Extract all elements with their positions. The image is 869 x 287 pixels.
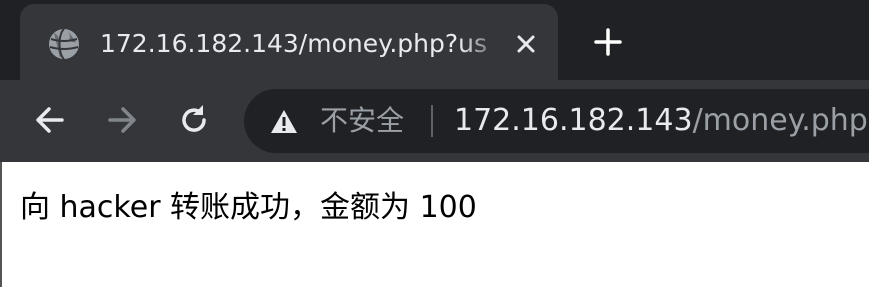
url-host: 172.16.182.143: [454, 103, 693, 138]
window-left-edge: [0, 162, 2, 287]
toolbar: 不安全 172.16.182.143/money.php?: [0, 80, 869, 162]
transfer-result-message: 向 hacker 转账成功，金额为 100: [20, 190, 477, 225]
back-arrow-icon[interactable]: [30, 100, 70, 140]
url-path: /money.php?: [692, 103, 869, 138]
url-text[interactable]: 172.16.182.143/money.php?: [454, 101, 869, 141]
forward-arrow-icon[interactable]: [102, 100, 142, 140]
tab-active[interactable]: 172.16.182.143/money.php?us: [20, 4, 558, 80]
security-status-label[interactable]: 不安全: [320, 101, 404, 141]
browser-window: 172.16.182.143/money.php?us 不安全 172.16.1…: [0, 0, 869, 287]
warning-triangle-icon[interactable]: [270, 108, 298, 136]
reload-icon[interactable]: [174, 100, 214, 140]
omnibox-divider: [431, 105, 433, 137]
plus-icon[interactable]: [590, 24, 626, 60]
tab-title: 172.16.182.143/money.php?us: [100, 29, 487, 58]
tab-strip: 172.16.182.143/money.php?us: [0, 0, 869, 80]
address-bar[interactable]: 不安全 172.16.182.143/money.php?: [244, 89, 869, 153]
close-icon[interactable]: [512, 30, 540, 58]
globe-icon: [49, 28, 79, 60]
tab-title-fade: [460, 22, 515, 66]
page-content: 向 hacker 转账成功，金额为 100: [0, 162, 869, 287]
